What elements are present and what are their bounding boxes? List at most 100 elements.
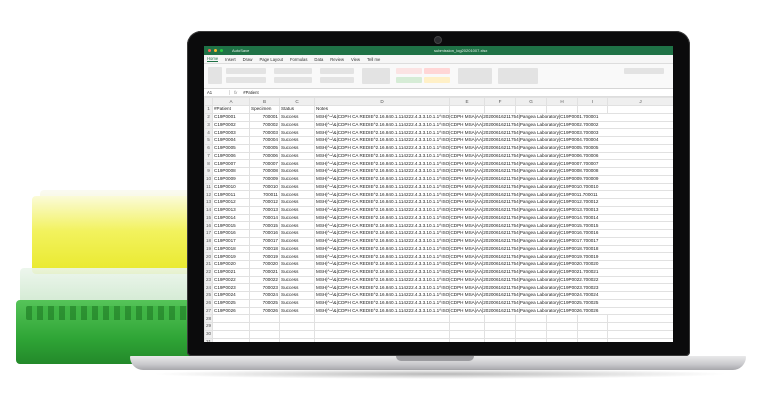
row-header[interactable]: 29 bbox=[204, 322, 213, 331]
cell-patient[interactable]: C19P0023 bbox=[212, 283, 250, 292]
cell[interactable] bbox=[484, 337, 516, 342]
cell-notes[interactable]: MSH|^~\&|CDPH CA REDIE^2.16.840.1.114222… bbox=[314, 174, 673, 184]
cell-status[interactable]: Success bbox=[279, 252, 315, 261]
cell-status[interactable]: Success bbox=[279, 221, 315, 230]
row-header[interactable]: 7 bbox=[204, 151, 213, 161]
cell-specimen[interactable]: 700001 bbox=[249, 112, 280, 122]
cell-status[interactable]: Success bbox=[279, 167, 315, 176]
row-header[interactable]: 21 bbox=[204, 260, 213, 269]
cell-patient[interactable]: C19P0025 bbox=[212, 298, 250, 308]
number-buttons[interactable] bbox=[320, 77, 354, 83]
cell-patient[interactable]: C19P0003 bbox=[212, 128, 250, 137]
cell[interactable] bbox=[279, 322, 315, 331]
row-header[interactable]: 5 bbox=[204, 136, 213, 145]
cell[interactable] bbox=[314, 329, 450, 339]
cell-specimen[interactable]: 700016 bbox=[249, 229, 280, 238]
cell-patient[interactable]: C19P0008 bbox=[212, 167, 250, 176]
cell-patient[interactable]: C19P0006 bbox=[212, 151, 250, 161]
editing-buttons[interactable] bbox=[498, 68, 538, 84]
cell-specimen[interactable]: 700003 bbox=[249, 128, 280, 137]
cell[interactable] bbox=[607, 322, 673, 331]
row-header[interactable]: 11 bbox=[204, 182, 213, 192]
fx-icon[interactable]: fx bbox=[230, 90, 241, 95]
cell[interactable] bbox=[449, 337, 485, 342]
cell-notes[interactable]: MSH|^~\&|CDPH CA REDIE^2.16.840.1.114222… bbox=[314, 182, 673, 192]
cell-specimen[interactable]: 700015 bbox=[249, 221, 280, 230]
row-header[interactable]: 25 bbox=[204, 291, 213, 300]
cell-status[interactable]: Success bbox=[279, 151, 315, 161]
row-header[interactable]: 27 bbox=[204, 306, 213, 316]
cell[interactable] bbox=[577, 322, 608, 331]
cell[interactable] bbox=[546, 329, 578, 339]
cell[interactable] bbox=[577, 105, 608, 114]
cell-status[interactable]: Success bbox=[279, 244, 315, 254]
cell-patient[interactable]: C19P0017 bbox=[212, 236, 250, 246]
cell-status[interactable]: Success bbox=[279, 306, 315, 316]
cell-status[interactable]: Success bbox=[279, 298, 315, 308]
cell[interactable] bbox=[249, 314, 280, 323]
cell-specimen[interactable]: 700022 bbox=[249, 275, 280, 285]
cell[interactable] bbox=[212, 314, 250, 323]
cell-status[interactable]: Success bbox=[279, 213, 315, 223]
cell-specimen[interactable]: 700005 bbox=[249, 143, 280, 153]
cell-notes[interactable]: MSH|^~\&|CDPH CA REDIE^2.16.840.1.114222… bbox=[314, 190, 673, 199]
font-select[interactable] bbox=[226, 68, 266, 74]
cell-specimen[interactable]: 700010 bbox=[249, 182, 280, 192]
cell-status[interactable]: Success bbox=[279, 236, 315, 246]
row-header[interactable]: 8 bbox=[204, 159, 213, 168]
cell[interactable] bbox=[607, 314, 673, 323]
cell-specimen[interactable]: 700006 bbox=[249, 151, 280, 161]
row-header[interactable]: 22 bbox=[204, 267, 213, 277]
cell-specimen[interactable]: 700004 bbox=[249, 136, 280, 145]
row-header[interactable]: 3 bbox=[204, 120, 213, 130]
column-header[interactable]: G bbox=[515, 97, 547, 106]
cell[interactable] bbox=[279, 314, 315, 323]
cell-notes[interactable]: MSH|^~\&|CDPH CA REDIE^2.16.840.1.114222… bbox=[314, 252, 673, 261]
cell-specimen[interactable]: 700002 bbox=[249, 120, 280, 130]
formula-input[interactable]: #Patient bbox=[241, 90, 258, 95]
cell[interactable] bbox=[546, 314, 578, 323]
column-header[interactable]: H bbox=[546, 97, 578, 106]
cell[interactable] bbox=[484, 329, 516, 339]
cell-notes[interactable]: MSH|^~\&|CDPH CA REDIE^2.16.840.1.114222… bbox=[314, 275, 673, 285]
row-header[interactable]: 24 bbox=[204, 283, 213, 292]
cell-patient[interactable]: C19P0009 bbox=[212, 174, 250, 184]
cell[interactable] bbox=[449, 329, 485, 339]
cell-notes[interactable]: MSH|^~\&|CDPH CA REDIE^2.16.840.1.114222… bbox=[314, 112, 673, 122]
cell-specimen[interactable]: 700009 bbox=[249, 174, 280, 184]
cell[interactable] bbox=[577, 329, 608, 339]
cell-notes[interactable]: MSH|^~\&|CDPH CA REDIE^2.16.840.1.114222… bbox=[314, 283, 673, 292]
cell[interactable] bbox=[607, 329, 673, 339]
cell-notes[interactable]: MSH|^~\&|CDPH CA REDIE^2.16.840.1.114222… bbox=[314, 260, 673, 269]
cell-specimen[interactable]: 700013 bbox=[249, 205, 280, 215]
cell[interactable] bbox=[484, 314, 516, 323]
column-header[interactable]: C bbox=[279, 97, 315, 106]
cell-patient[interactable]: C19P0011 bbox=[212, 190, 250, 199]
cell-patient[interactable]: C19P0021 bbox=[212, 267, 250, 277]
font-style-buttons[interactable] bbox=[226, 77, 266, 83]
style-bad[interactable] bbox=[424, 68, 450, 74]
cell-specimen[interactable]: 700023 bbox=[249, 283, 280, 292]
number-format-select[interactable] bbox=[320, 68, 354, 74]
cell[interactable] bbox=[249, 329, 280, 339]
cell-status[interactable]: Success bbox=[279, 198, 315, 207]
row-header[interactable]: 30 bbox=[204, 329, 213, 339]
column-header[interactable]: B bbox=[249, 97, 280, 106]
cell-patient[interactable]: C19P0024 bbox=[212, 291, 250, 300]
column-header[interactable]: D bbox=[314, 97, 450, 106]
cell[interactable] bbox=[212, 322, 250, 331]
row-header[interactable]: 12 bbox=[204, 190, 213, 199]
paste-button[interactable] bbox=[208, 67, 222, 84]
cell-notes[interactable]: MSH|^~\&|CDPH CA REDIE^2.16.840.1.114222… bbox=[314, 198, 673, 207]
cell[interactable] bbox=[515, 322, 547, 331]
cell[interactable] bbox=[449, 314, 485, 323]
cell-patient[interactable]: C19P0001 bbox=[212, 112, 250, 122]
cell[interactable] bbox=[607, 105, 673, 114]
row-header[interactable]: 19 bbox=[204, 244, 213, 254]
cell[interactable] bbox=[449, 322, 485, 331]
column-header[interactable]: A bbox=[212, 97, 250, 106]
cell-status[interactable]: Success bbox=[279, 182, 315, 192]
cell[interactable] bbox=[449, 105, 485, 114]
tab-page-layout[interactable]: Page Layout bbox=[259, 57, 283, 62]
cell-specimen[interactable]: 700020 bbox=[249, 260, 280, 269]
